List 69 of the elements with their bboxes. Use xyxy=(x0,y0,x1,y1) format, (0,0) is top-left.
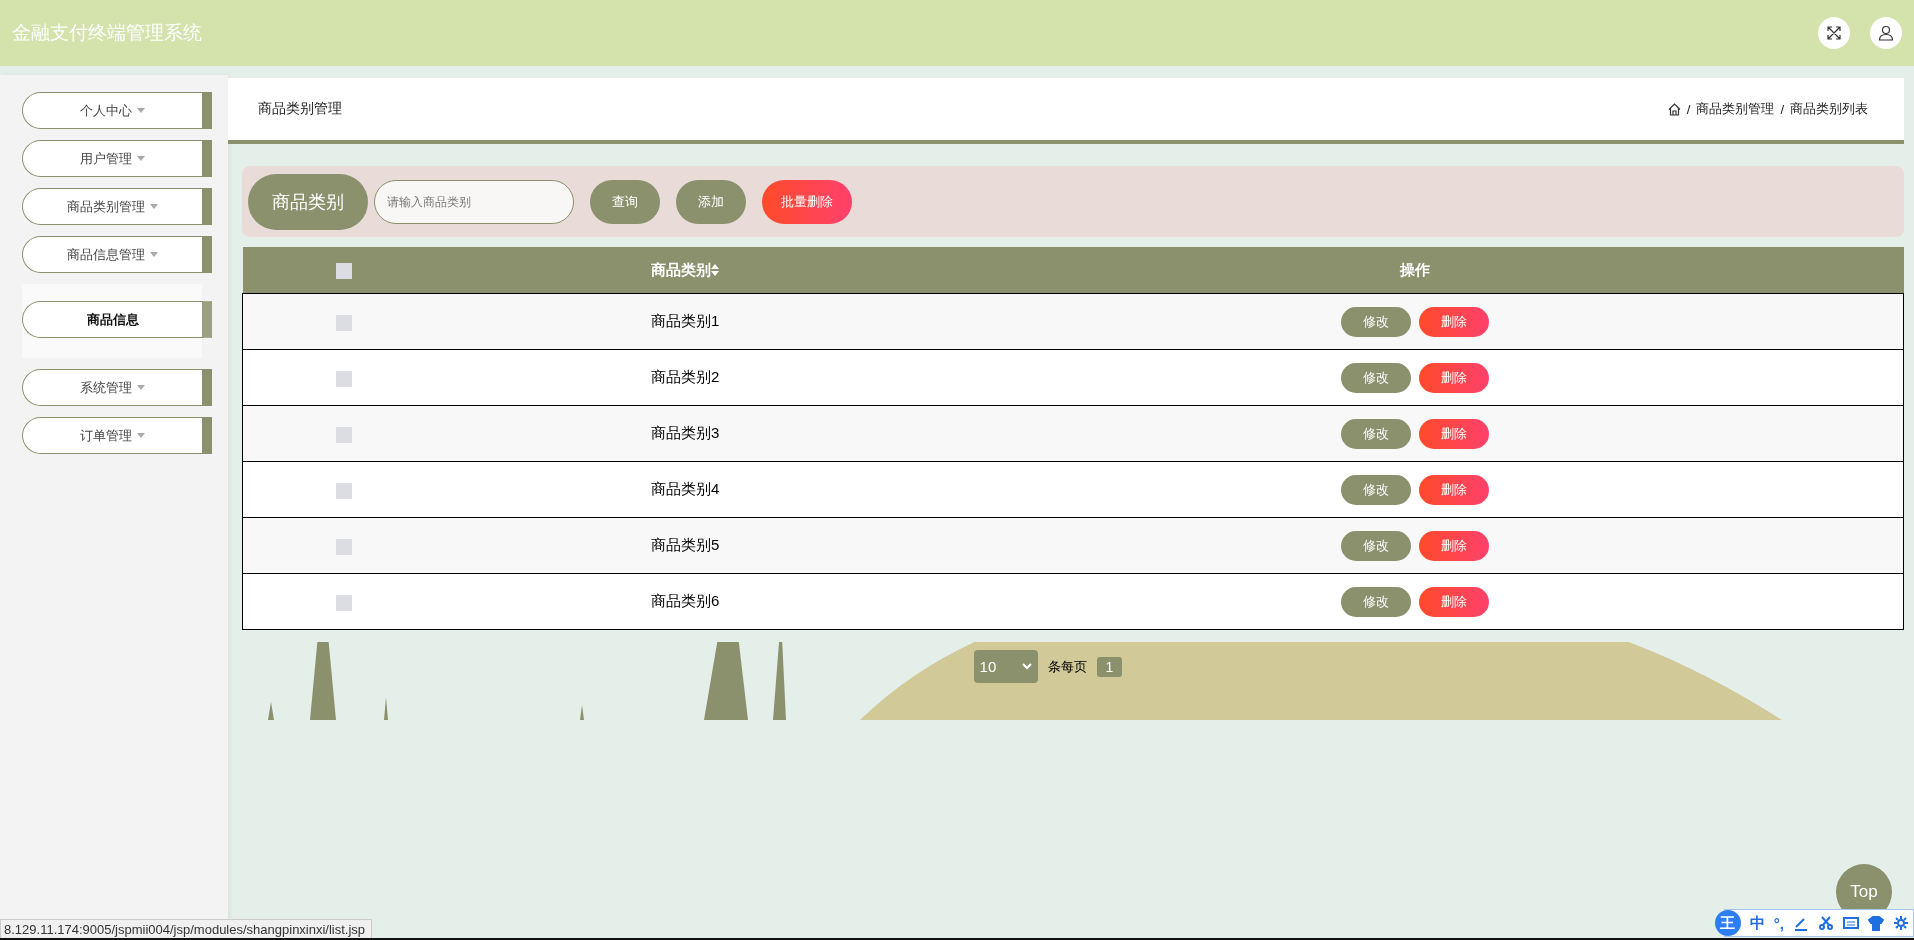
sidebar-menu-item[interactable]: 商品类别管理 xyxy=(22,188,212,225)
row-checkbox[interactable] xyxy=(336,538,352,555)
gear-icon xyxy=(1893,915,1909,931)
sidebar-menu-item[interactable]: 用户管理 xyxy=(22,140,212,177)
app-title: 金融支付终端管理系统 xyxy=(12,21,202,45)
user-button[interactable] xyxy=(1870,17,1902,49)
edit-button[interactable]: 修改 xyxy=(1341,306,1411,337)
row-checkbox[interactable] xyxy=(336,314,352,331)
delete-button[interactable]: 删除 xyxy=(1419,306,1489,337)
page-size-select[interactable]: 10 xyxy=(973,650,1038,683)
caret-icon xyxy=(150,252,158,257)
row-checkbox[interactable] xyxy=(336,426,352,443)
table-cell: 商品类别3 xyxy=(651,424,720,441)
delete-button[interactable]: 删除 xyxy=(1419,418,1489,449)
breadcrumb-separator: / xyxy=(1686,101,1691,117)
table-cell: 商品类别6 xyxy=(651,592,720,609)
page-title: 商品类别管理 xyxy=(258,100,342,118)
table-cell: 商品类别1 xyxy=(651,312,720,329)
table-cell: 商品类别5 xyxy=(651,536,720,553)
fullscreen-button[interactable] xyxy=(1818,17,1850,49)
punctuation-toggle[interactable]: °, xyxy=(1773,914,1784,932)
column-header[interactable]: 商品类别 xyxy=(651,260,719,280)
breadcrumb-item: 商品类别列表 xyxy=(1790,100,1868,118)
edit-button[interactable]: 修改 xyxy=(1341,530,1411,561)
breadcrumb-separator: / xyxy=(1780,101,1784,117)
status-url: 8.129.11.174:9005/jspmii004/jsp/modules/shangpinxinxi/list.jsp xyxy=(0,919,373,940)
action-button[interactable]: 添加 xyxy=(676,179,746,224)
table-cell: 商品类别2 xyxy=(651,368,720,385)
row-checkbox[interactable] xyxy=(336,482,352,499)
edit-button[interactable]: 修改 xyxy=(1341,418,1411,449)
edit-button[interactable]: 修改 xyxy=(1341,586,1411,617)
action-button[interactable]: 查询 xyxy=(590,179,660,224)
chevron-icon xyxy=(1021,663,1032,670)
table-cell: 商品类别4 xyxy=(651,480,720,497)
sort-icon xyxy=(711,264,719,276)
sidebar-submenu-item[interactable]: 商品信息 xyxy=(22,301,212,338)
row-checkbox[interactable] xyxy=(336,594,352,611)
caret-icon xyxy=(150,204,158,209)
batch-delete-button[interactable]: 批量删除 xyxy=(762,179,852,224)
caret-icon xyxy=(137,433,145,438)
shirt-icon xyxy=(1868,915,1884,931)
sidebar-menu-item[interactable]: 商品信息管理 xyxy=(22,236,212,273)
delete-button[interactable]: 删除 xyxy=(1419,530,1489,561)
edit-button[interactable]: 修改 xyxy=(1341,362,1411,393)
input-mode-toggle[interactable]: 中 xyxy=(1749,913,1765,933)
expand-icon xyxy=(1827,26,1841,40)
delete-button[interactable]: 删除 xyxy=(1419,474,1489,505)
search-field[interactable]: 请输入商品类别 xyxy=(374,179,574,224)
page-size-label: 条每页 xyxy=(1047,657,1087,676)
caret-icon xyxy=(137,108,145,113)
caret-icon xyxy=(137,156,145,161)
select-all-checkbox[interactable] xyxy=(335,263,352,279)
row-checkbox[interactable] xyxy=(336,370,352,387)
delete-button[interactable]: 删除 xyxy=(1419,362,1489,393)
breadcrumb-item[interactable]: 商品类别管理 xyxy=(1696,100,1775,118)
sidebar-menu-item[interactable]: 个人中心 xyxy=(22,92,212,129)
sidebar-menu-item[interactable]: 订单管理 xyxy=(22,417,212,454)
column-header: 操作 xyxy=(1400,260,1431,278)
search-label: 商品类别 xyxy=(248,173,368,230)
keyboard-icon xyxy=(1843,915,1859,931)
caret-icon xyxy=(137,385,145,390)
home-icon[interactable] xyxy=(1667,102,1681,116)
scissors-icon xyxy=(1818,915,1834,931)
user-icon xyxy=(1878,25,1894,41)
delete-button[interactable]: 删除 xyxy=(1419,586,1489,617)
ime-logo[interactable]: 王 xyxy=(1714,910,1741,936)
sidebar-menu-item[interactable]: 系统管理 xyxy=(22,369,212,406)
pen-icon xyxy=(1793,915,1809,931)
edit-button[interactable]: 修改 xyxy=(1341,474,1411,505)
